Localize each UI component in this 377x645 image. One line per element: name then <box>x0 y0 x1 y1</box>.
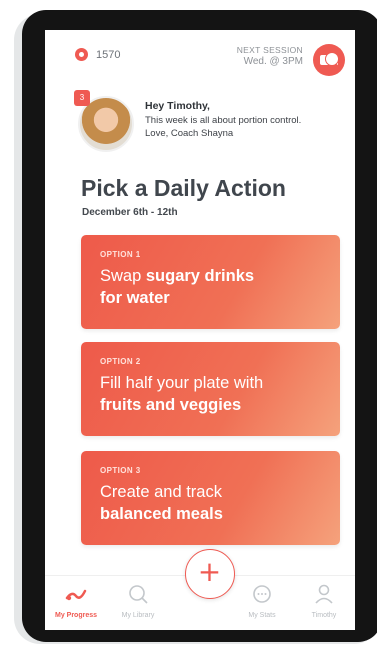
option-label: OPTION 1 <box>100 250 141 259</box>
coach-signature: Love, Coach Shayna <box>145 128 234 139</box>
tab-label: My Stats <box>248 612 276 619</box>
profile-icon <box>315 584 333 604</box>
top-bar: 1570 NEXT SESSION Wed. @ 3PM <box>45 30 355 90</box>
tab-profile[interactable]: Timothy <box>293 576 355 630</box>
progress-icon <box>65 589 87 601</box>
coach-message-text: This week is all about portion control. <box>145 115 302 126</box>
option-label: OPTION 3 <box>100 466 141 475</box>
next-session-label: NEXT SESSION <box>236 45 303 55</box>
points-value: 1570 <box>96 48 121 61</box>
option-card-2[interactable]: OPTION 2 Fill half your plate with fruits… <box>81 342 340 436</box>
option-label: OPTION 2 <box>100 357 141 366</box>
search-icon <box>129 585 148 604</box>
points-display: 1570 <box>75 48 120 61</box>
video-call-button[interactable] <box>313 44 345 76</box>
coach-text: Hey Timothy, This week is all about port… <box>145 100 355 139</box>
plus-icon: + <box>197 555 222 588</box>
chat-icon <box>253 585 271 603</box>
add-button[interactable]: + <box>185 549 235 599</box>
date-range: December 6th - 12th <box>82 207 178 218</box>
notification-badge: 3 <box>74 90 90 106</box>
option-card-3[interactable]: OPTION 3 Create and track balanced meals <box>81 451 340 545</box>
option-text: Fill half your plate with fruits and vegg… <box>100 374 264 414</box>
page-title: Pick a Daily Action <box>81 175 286 201</box>
tab-my-library[interactable]: My Library <box>107 576 169 630</box>
tab-label: My Progress <box>54 612 98 619</box>
tab-label: My Library <box>121 612 155 619</box>
option-text: Create and track balanced meals <box>100 483 223 523</box>
coach-message[interactable]: 3 Hey Timothy, This week is all about po… <box>74 90 348 156</box>
clock-icon <box>325 52 339 66</box>
next-session: NEXT SESSION Wed. @ 3PM <box>237 45 303 67</box>
option-card-1[interactable]: OPTION 1 Swap sugary drinks for water <box>81 235 340 329</box>
coach-greeting: Hey Timothy, <box>145 100 210 112</box>
tab-my-progress[interactable]: My Progress <box>45 576 107 630</box>
next-session-time: Wed. @ 3PM <box>243 56 303 67</box>
app-screen: 1570 NEXT SESSION Wed. @ 3PM 3 Hey Timot… <box>45 30 355 630</box>
tab-my-stats[interactable]: My Stats <box>231 576 293 630</box>
option-text: Swap sugary drinks for water <box>100 267 255 307</box>
points-icon <box>75 48 88 61</box>
tab-label: Timothy <box>311 612 337 619</box>
